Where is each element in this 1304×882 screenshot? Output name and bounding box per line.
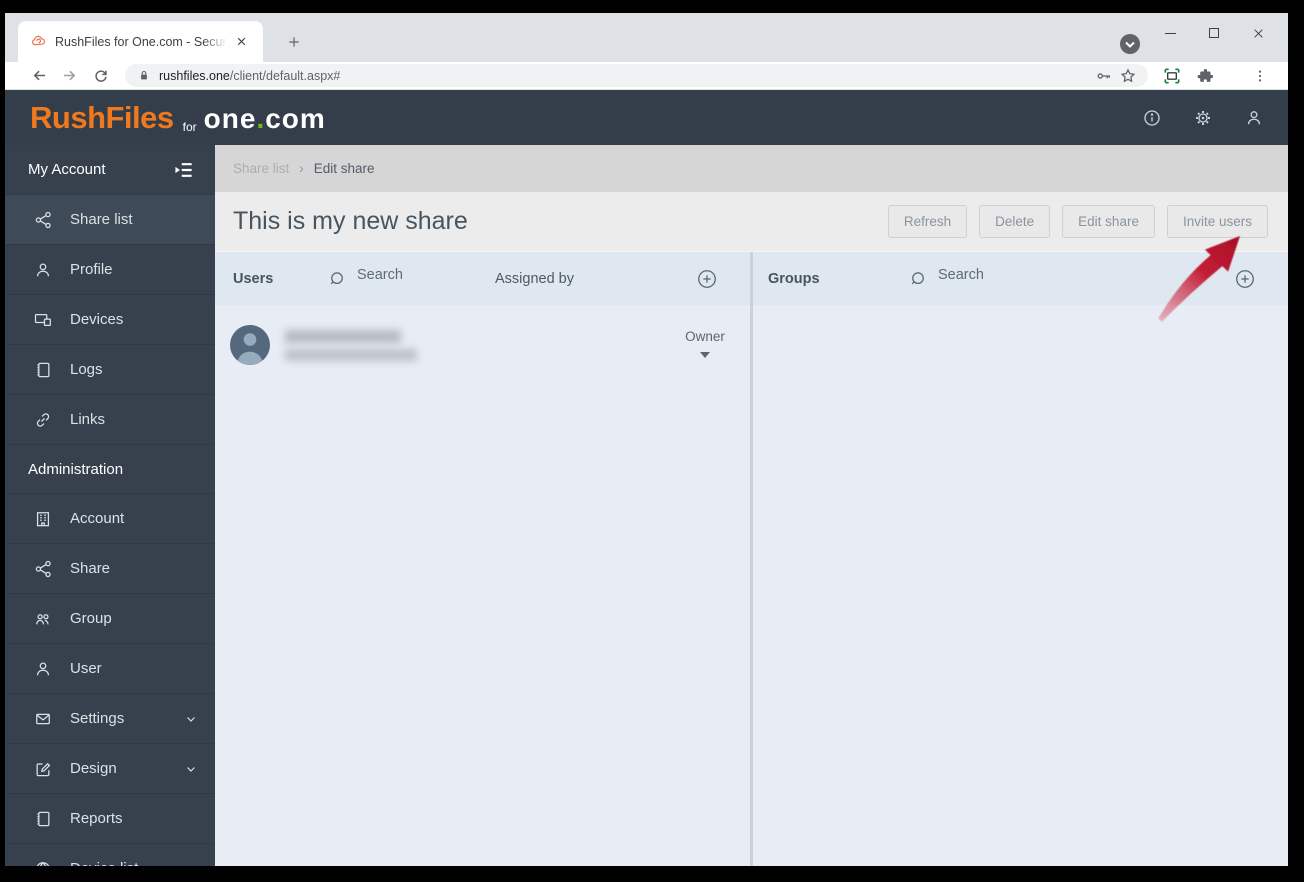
sidebar-item-logs[interactable]: Logs — [5, 344, 215, 394]
breadcrumb-share-list[interactable]: Share list — [233, 161, 289, 176]
groups-panel-title: Groups — [768, 271, 820, 287]
sidebar-item-design[interactable]: Design — [5, 743, 215, 793]
groups-search-input[interactable] — [938, 267, 1068, 283]
member-row: Owner — [215, 305, 750, 385]
reload-icon[interactable] — [89, 64, 113, 88]
user-icon — [33, 260, 53, 280]
tab-strip: RushFiles for One.com - Securely — [5, 13, 1288, 62]
sidebar-item-user[interactable]: User — [5, 643, 215, 693]
globe-icon — [33, 859, 53, 866]
chevron-down-icon — [185, 763, 197, 775]
forward-icon[interactable] — [57, 64, 81, 88]
rushfiles-logo: RushFiles for one.com — [30, 99, 326, 135]
browser-window: RushFiles for One.com - Securely rushfil… — [5, 13, 1288, 866]
sidebar-item-links[interactable]: Links — [5, 394, 215, 444]
edit-share-button[interactable]: Edit share — [1062, 205, 1155, 238]
sidebar-section-my-account: My Account — [5, 145, 215, 194]
collapse-menu-icon[interactable] — [173, 161, 195, 179]
search-icon — [908, 269, 928, 289]
sidebar-item-account[interactable]: Account — [5, 493, 215, 543]
add-group-icon[interactable] — [1234, 268, 1256, 290]
sidebar-section-administration: Administration — [5, 444, 215, 493]
screenshot-extension-icon[interactable] — [1160, 64, 1184, 88]
title-bar: This is my new share Refresh Delete Edit… — [215, 192, 1288, 252]
browser-toolbar: rushfiles.one/client/default.aspx# — [5, 62, 1288, 90]
breadcrumb: Share list › Edit share — [215, 145, 1288, 192]
sidebar-item-share[interactable]: Share — [5, 543, 215, 593]
lock-icon — [137, 68, 151, 83]
role-dropdown[interactable]: Owner — [674, 329, 736, 358]
group-icon — [33, 609, 53, 629]
app-header: RushFiles for one.com — [5, 90, 1288, 145]
back-icon[interactable] — [27, 64, 51, 88]
breadcrumb-separator: › — [299, 161, 304, 176]
refresh-button[interactable]: Refresh — [887, 205, 968, 238]
share-nodes-icon — [33, 559, 53, 579]
sidebar-item-share-list[interactable]: Share list — [5, 194, 215, 244]
browser-tab[interactable]: RushFiles for One.com - Securely — [18, 21, 263, 62]
sidebar-item-reports[interactable]: Reports — [5, 793, 215, 843]
info-icon[interactable] — [1142, 108, 1162, 128]
avatar — [229, 324, 271, 366]
chrome-profile-chevron-icon[interactable] — [1118, 32, 1142, 56]
profile-icon[interactable] — [1244, 108, 1264, 128]
share-nodes-icon — [33, 210, 53, 230]
minimize-icon[interactable] — [1148, 18, 1192, 48]
gear-icon[interactable] — [1193, 108, 1213, 128]
action-buttons: Refresh Delete Edit share Invite users — [887, 205, 1268, 238]
search-icon — [327, 269, 347, 289]
tab-close-icon[interactable] — [233, 33, 250, 50]
bookmark-star-icon[interactable] — [1116, 64, 1140, 88]
close-icon[interactable] — [1236, 18, 1280, 48]
window-controls — [1148, 18, 1280, 48]
url-text: rushfiles.one/client/default.aspx# — [159, 68, 341, 83]
users-panel-title: Users — [233, 271, 274, 287]
member-name-blurred — [285, 330, 401, 343]
screen: RushFiles for One.com - Securely rushfil… — [0, 0, 1304, 882]
extensions-puzzle-icon[interactable] — [1193, 64, 1217, 88]
browser-menu-icon[interactable] — [1248, 64, 1272, 88]
sidebar-item-device-list[interactable]: Device list — [5, 843, 215, 866]
users-panel: Users Assigned by — [215, 252, 750, 866]
new-tab-button[interactable] — [281, 29, 307, 55]
sidebar: My Account Share list Profile Devices Lo… — [5, 145, 215, 866]
groups-list — [753, 305, 1288, 866]
notebook-icon — [33, 809, 53, 829]
delete-button[interactable]: Delete — [979, 205, 1051, 238]
groups-panel-header: Groups — [753, 252, 1288, 305]
users-panel-header: Users Assigned by — [215, 252, 750, 305]
member-email-blurred — [285, 349, 417, 361]
sidebar-item-settings[interactable]: Settings — [5, 693, 215, 743]
edit-icon — [33, 759, 53, 779]
caret-down-icon — [700, 352, 710, 358]
sidebar-item-group[interactable]: Group — [5, 593, 215, 643]
building-icon — [33, 509, 53, 529]
tab-title: RushFiles for One.com - Securely — [55, 34, 227, 49]
invite-users-button[interactable]: Invite users — [1166, 205, 1268, 238]
groups-panel: Groups — [753, 252, 1288, 866]
devices-icon — [33, 310, 53, 330]
users-search-input[interactable] — [357, 267, 487, 283]
address-bar[interactable]: rushfiles.one/client/default.aspx# — [125, 64, 1148, 87]
chevron-down-icon — [185, 713, 197, 725]
envelope-icon — [33, 709, 53, 729]
sidebar-item-profile[interactable]: Profile — [5, 244, 215, 294]
notebook-icon — [33, 360, 53, 380]
rushfiles-cloud-icon — [30, 33, 47, 50]
link-icon — [33, 410, 53, 430]
role-label: Owner — [685, 329, 725, 344]
maximize-icon[interactable] — [1192, 18, 1236, 48]
password-key-icon[interactable] — [1092, 64, 1116, 88]
user-icon — [33, 659, 53, 679]
sidebar-item-devices[interactable]: Devices — [5, 294, 215, 344]
page-title: This is my new share — [233, 207, 468, 235]
assigned-by-column-label: Assigned by — [495, 271, 574, 287]
main-content: Share list › Edit share This is my new s… — [215, 145, 1288, 866]
add-user-icon[interactable] — [696, 268, 718, 290]
users-list: Owner — [215, 305, 750, 866]
breadcrumb-edit-share: Edit share — [313, 161, 375, 176]
